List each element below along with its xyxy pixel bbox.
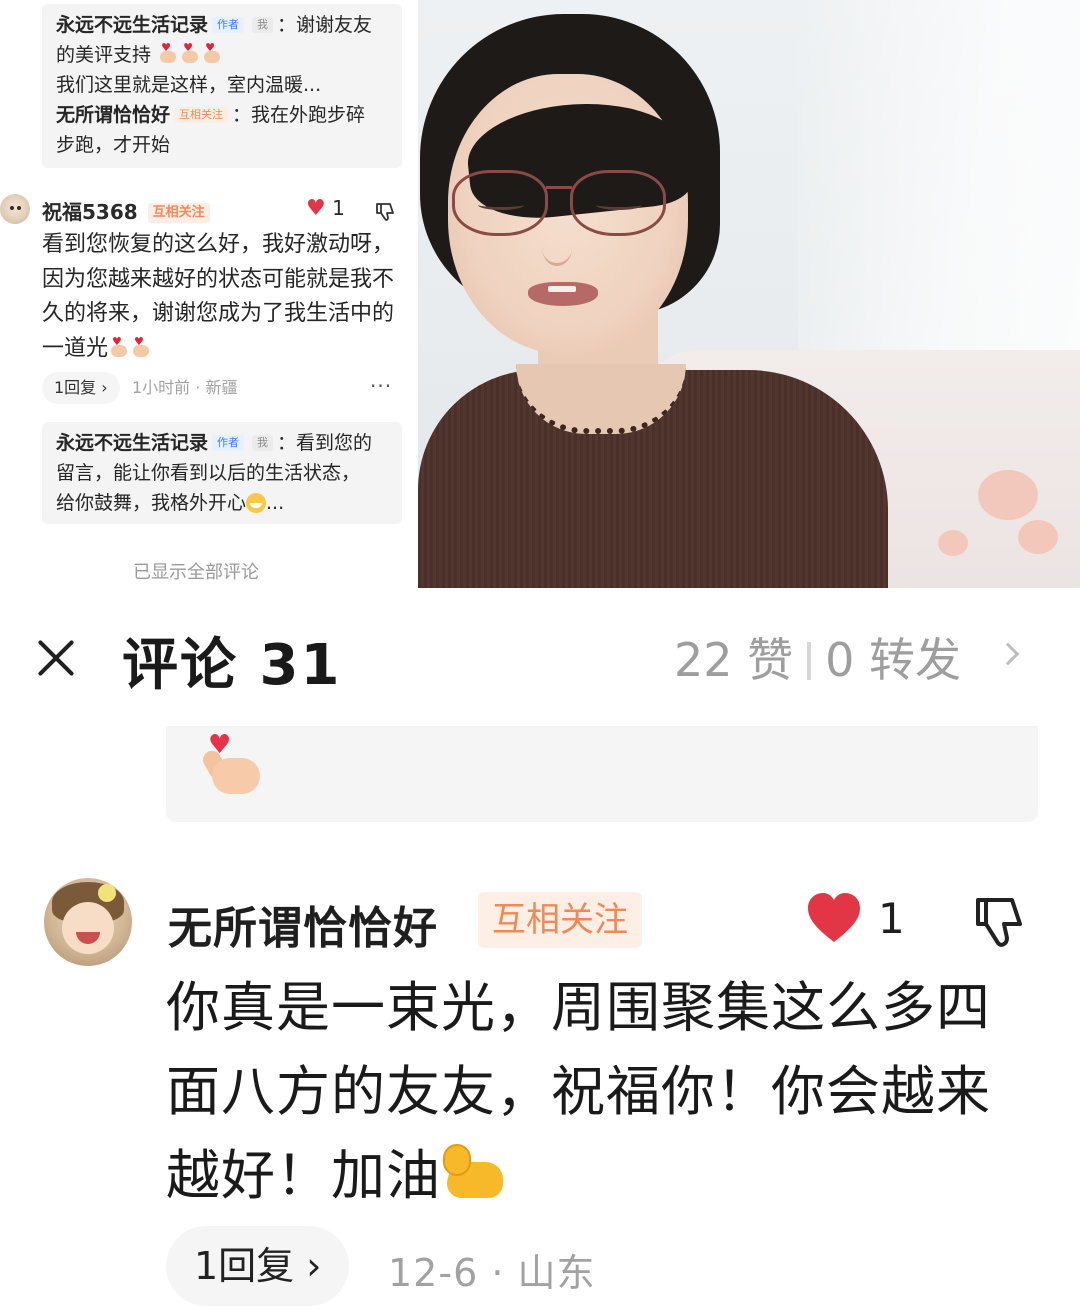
- thumbs-down-icon[interactable]: [374, 200, 398, 224]
- reply-line: 我们这里就是这样，室内温暖...: [56, 70, 388, 100]
- comment-thread-preview: 永远不远生活记录 作者我：谢谢友友 的美评支持 ♥ ♥ ♥ 我们这里就是这样，室内温暖…: [0, 0, 418, 588]
- more-options-icon[interactable]: ···: [370, 372, 392, 400]
- heart-icon: ♥: [306, 196, 326, 221]
- avatar[interactable]: [44, 878, 132, 966]
- comment-meta: 12-6 · 山东: [388, 1251, 596, 1295]
- reply-text: 的美评支持: [56, 44, 152, 66]
- reply-count-label: 1回复: [54, 378, 97, 397]
- reply-text: ：我在外跑步碎: [232, 104, 366, 126]
- like-button[interactable]: ♥ 1: [306, 196, 345, 221]
- reply-count-label: 1回复: [194, 1244, 295, 1288]
- comment-body: 你真是一束光，周围聚集这么多四面八方的友友，祝福你！你会越来越好！加油: [166, 976, 991, 1207]
- likes-count: 22 赞: [674, 633, 794, 687]
- shares-count: 0 转发: [825, 633, 962, 687]
- finger-heart-emoji: ♥: [108, 336, 130, 359]
- mutual-follow-tag: 互相关注: [478, 892, 642, 948]
- reply-line: 永远不远生活记录 作者我：看到您的: [56, 428, 388, 458]
- comment-body: 看到您恢复的这么好，我好激动呀，因为您越来越好的状态可能就是我不久的将来，谢谢您…: [42, 232, 395, 361]
- mutual-follow-tag: 互相关注: [147, 203, 210, 223]
- author-reply-box[interactable]: 永远不远生活记录 作者我：谢谢友友 的美评支持 ♥ ♥ ♥ 我们这里就是这样，室内温暖…: [42, 4, 402, 168]
- reply-author: 永远不远生活记录: [56, 14, 209, 36]
- grin-emoji: [246, 493, 267, 513]
- comments-title: 评论 31: [122, 633, 342, 698]
- mutual-follow-tag: 互相关注: [174, 107, 229, 123]
- finger-heart-emoji: ♥: [201, 42, 223, 65]
- finger-heart-emoji: ♥: [130, 336, 152, 359]
- reply-author: 无所谓恰恰好: [56, 104, 171, 126]
- reply-text: ：谢谢友友: [277, 14, 373, 36]
- author-tag: 作者: [212, 435, 245, 451]
- reply-line: 的美评支持 ♥ ♥ ♥: [56, 40, 388, 70]
- author-name: 祝福5368: [42, 200, 138, 224]
- comments-header: 评论 31 22 赞 0 转发: [0, 588, 1080, 726]
- me-tag: 我: [252, 17, 274, 33]
- top-composite: 永远不远生活记录 作者我：谢谢友友 的美评支持 ♥ ♥ ♥ 我们这里就是这样，室内温暖…: [0, 0, 1080, 588]
- reply-author: 永远不远生活记录: [56, 432, 209, 454]
- comment-author[interactable]: 无所谓恰恰好: [168, 892, 438, 956]
- comment-text: 你真是一束光，周围聚集这么多四面八方的友友，祝福你！你会越来越好！加油: [166, 966, 1036, 1218]
- stats-link[interactable]: 22 赞 0 转发: [674, 624, 961, 690]
- me-tag: 我: [252, 435, 274, 451]
- author-tag: 作者: [212, 17, 245, 33]
- video-frame-photo: [418, 0, 1080, 588]
- avatar[interactable]: [0, 194, 30, 224]
- chevron-right-icon[interactable]: [996, 642, 1020, 666]
- finger-heart-emoji: ♥: [157, 42, 179, 65]
- reply-text: 我们这里就是这样，室内温暖...: [56, 74, 322, 96]
- reply-text: ：看到您的: [277, 432, 373, 454]
- author-reply-box[interactable]: 永远不远生活记录 作者我：看到您的 留言，能让你看到以后的生活状态， 给你鼓舞，我…: [42, 422, 402, 524]
- reply-text: 步跑，才开始: [56, 134, 171, 156]
- thumbs-down-icon[interactable]: [972, 894, 1028, 950]
- reply-count-button[interactable]: 1回复 ›: [166, 1226, 350, 1306]
- finger-heart-emoji: ♥: [179, 42, 201, 65]
- like-count: 1: [332, 196, 345, 220]
- comment-meta: 1小时前 · 新疆: [132, 378, 238, 397]
- flexed-biceps-emoji: [441, 1144, 505, 1200]
- reply-text: 留言，能让你看到以后的生活状态，: [56, 462, 361, 484]
- reply-ellipsis: ...: [266, 492, 285, 514]
- finger-heart-emoji: ♥: [199, 732, 264, 798]
- close-icon[interactable]: [36, 638, 76, 678]
- reply-count-button[interactable]: 1回复 ›: [42, 372, 120, 404]
- reply-text: 给你鼓舞，我格外开心: [56, 492, 247, 514]
- comment-item: 无所谓恰恰好 互相关注 1 你真是一束光，周围聚集这么多四面八方的友友，祝福你！…: [0, 870, 1080, 1309]
- all-comments-shown-label: 已显示全部评论: [133, 562, 259, 583]
- comment-author[interactable]: 祝福5368 互相关注: [42, 196, 214, 225]
- reply-line: 永远不远生活记录 作者我：谢谢友友: [56, 10, 388, 40]
- heart-icon[interactable]: [806, 892, 862, 944]
- reply-line: 无所谓恰恰好 互相关注 ：我在外跑步碎: [56, 100, 388, 130]
- like-count: 1: [878, 894, 905, 943]
- comment-text: 看到您恢复的这么好，我好激动呀，因为您越来越好的状态可能就是我不久的将来，谢谢您…: [42, 228, 402, 366]
- reply-line: 步跑，才开始: [56, 130, 388, 160]
- reply-line: 留言，能让你看到以后的生活状态，: [56, 458, 388, 488]
- reply-line: 给你鼓舞，我格外开心...: [56, 488, 388, 518]
- previous-reply-box[interactable]: ♥: [166, 726, 1038, 822]
